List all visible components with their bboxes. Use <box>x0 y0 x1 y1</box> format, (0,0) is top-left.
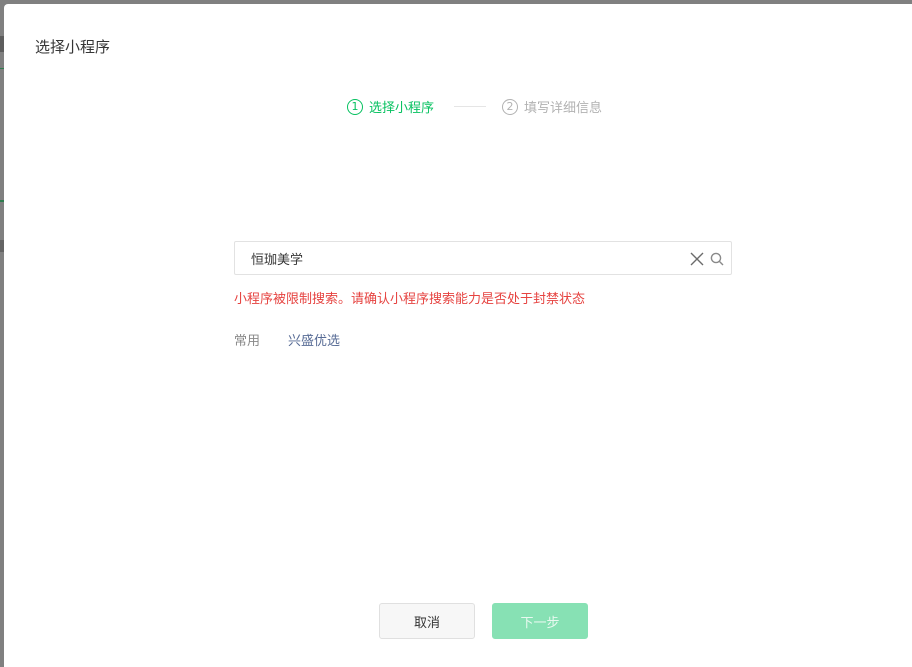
step-connector <box>454 106 487 107</box>
common-miniprograms: 常用 兴盛优选 <box>234 330 340 349</box>
cancel-button[interactable]: 取消 <box>379 603 475 639</box>
step-2: 2 填写详细信息 <box>502 97 602 116</box>
dialog-title: 选择小程序 <box>35 38 111 56</box>
close-icon[interactable] <box>690 251 704 266</box>
step-1: 1 选择小程序 <box>347 97 434 116</box>
select-miniprogram-dialog: 选择小程序 1 选择小程序 2 填写详细信息 小程序被限制搜索。请确认小程序搜索… <box>4 4 912 667</box>
search-box <box>234 241 732 275</box>
common-item-link[interactable]: 兴盛优选 <box>288 330 340 349</box>
common-label: 常用 <box>234 334 261 349</box>
step-1-label: 选择小程序 <box>369 101 435 116</box>
search-icon[interactable] <box>710 251 724 266</box>
step-indicator: 1 选择小程序 2 填写详细信息 <box>347 97 602 116</box>
step-2-number: 2 <box>502 98 519 115</box>
search-input[interactable] <box>235 242 691 274</box>
step-2-label: 填写详细信息 <box>524 101 603 116</box>
search-error-message: 小程序被限制搜索。请确认小程序搜索能力是否处于封禁状态 <box>234 292 586 307</box>
step-1-number: 1 <box>347 98 363 115</box>
next-step-button[interactable]: 下一步 <box>492 603 588 639</box>
